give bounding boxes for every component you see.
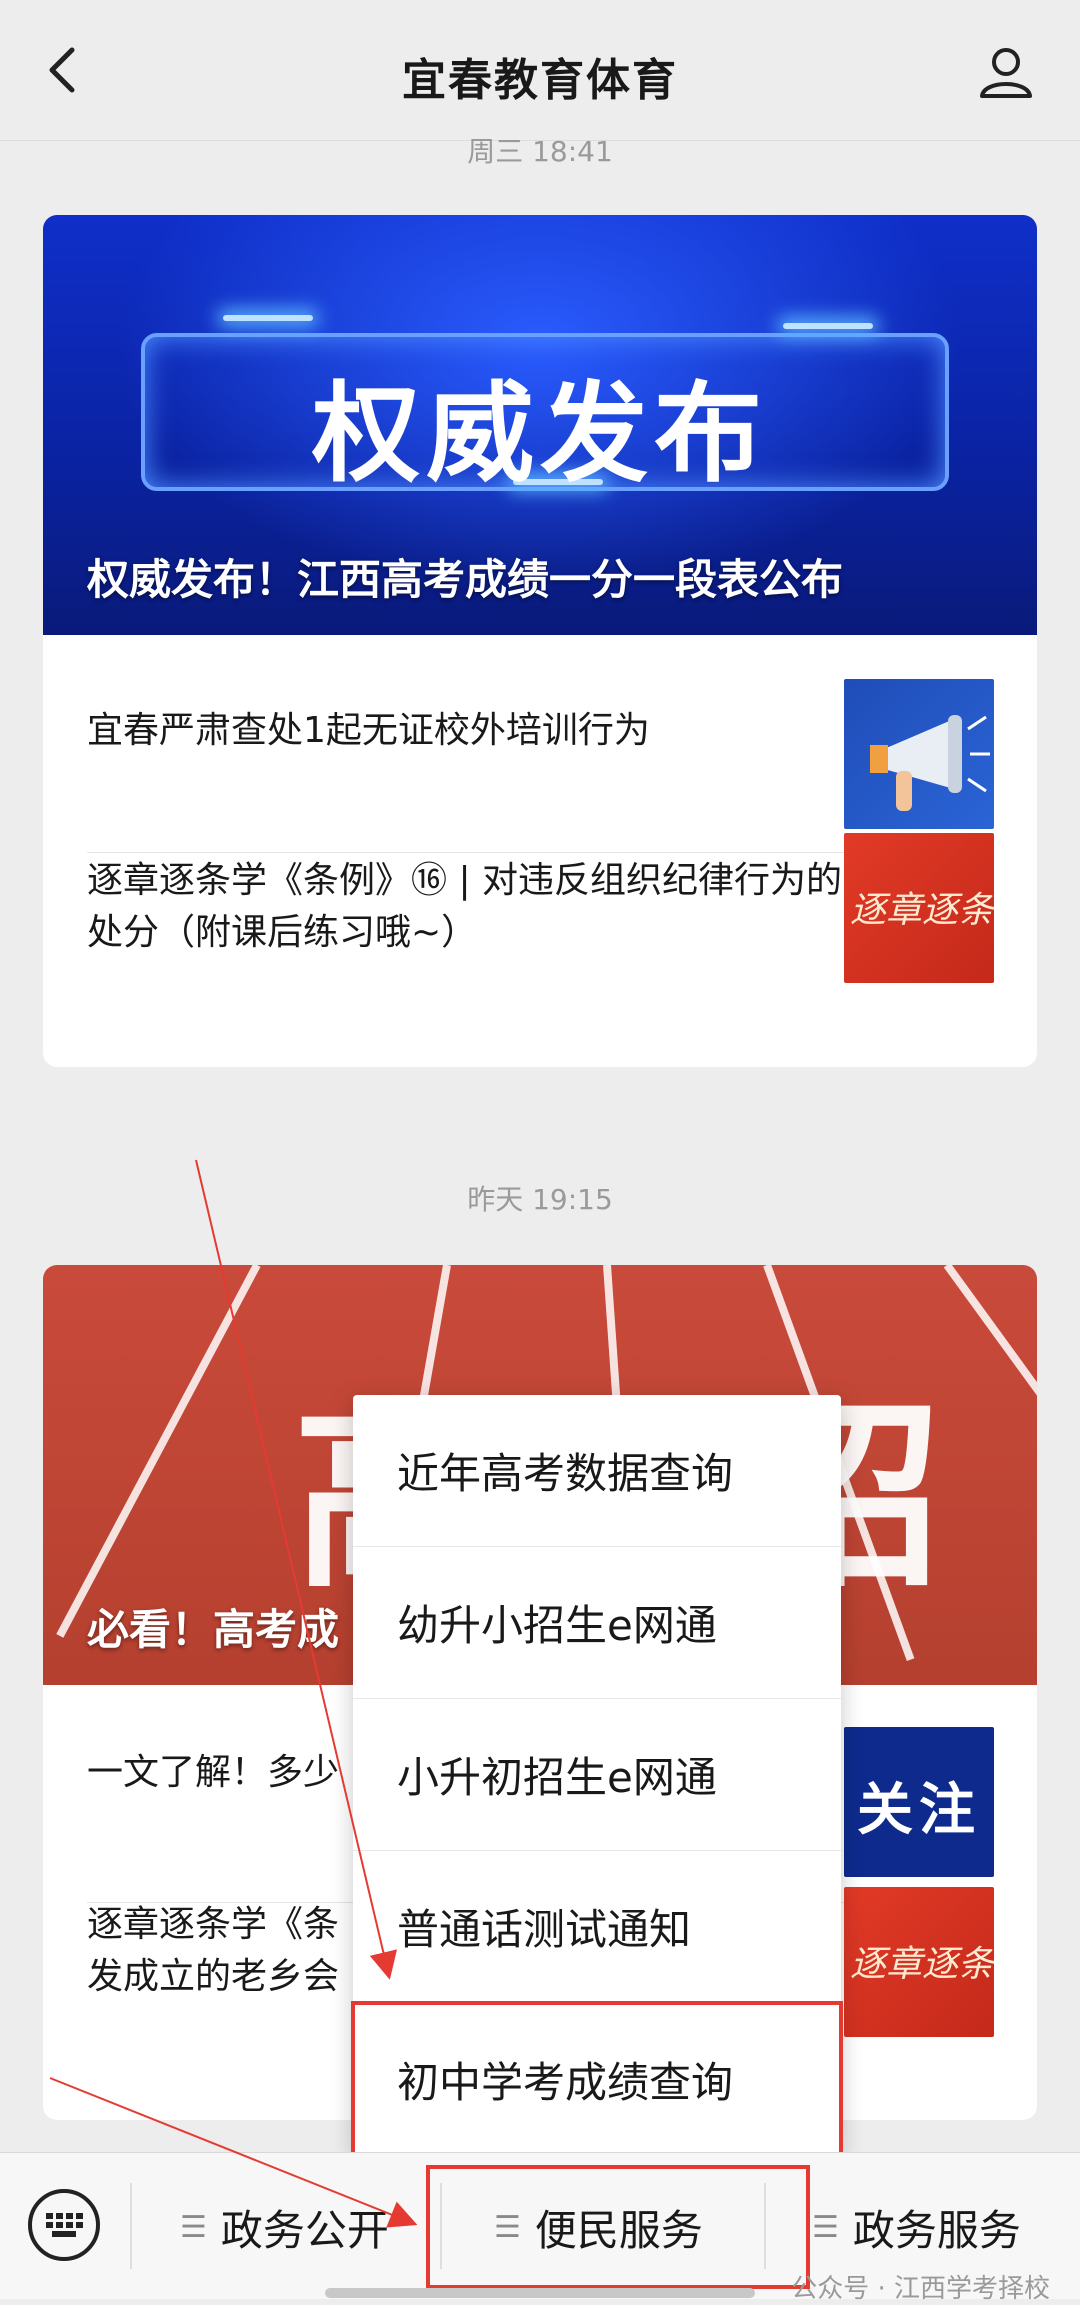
- hero-caption: 权威发布！江西高考成绩一分一段表公布: [87, 555, 844, 604]
- list-item[interactable]: 逐章逐条学《条例》⑯ | 对违反组织纪律行为的处分（附课后练习哦~） 逐章逐条: [43, 827, 1037, 1019]
- message-timestamp: 昨天 19:15: [467, 1183, 613, 1216]
- list-item[interactable]: 宜春严肃查处1起无证校外培训行为: [43, 635, 1037, 829]
- track-lane-line: [56, 1265, 261, 1638]
- page-title: 宜春教育体育: [402, 55, 678, 106]
- menu-lines-icon: ☰: [812, 2209, 839, 2245]
- hero-article[interactable]: 权威发布 权威发布！江西高考成绩一分一段表公布: [43, 215, 1037, 635]
- menu-lines-icon: ☰: [180, 2209, 207, 2245]
- message-timestamp: 周三 18:41: [467, 135, 613, 168]
- tab-government-affairs-open[interactable]: ☰ 政务公开: [180, 2177, 389, 2277]
- calligraphy-thumbnail: 逐章逐条: [844, 833, 994, 983]
- follow-thumbnail: 关注: [844, 1727, 994, 1877]
- article-title: 逐章逐条学《条例》⑯ | 对违反组织纪律行为的处分（附课后练习哦~）: [87, 860, 843, 953]
- top-bar: 宜春教育体育: [0, 0, 1080, 141]
- home-indicator[interactable]: [325, 2288, 755, 2298]
- tab-convenience-services[interactable]: ☰ 便民服务: [426, 2165, 810, 2289]
- menu-item-kindergarten-enrollment[interactable]: 幼升小招生e网通: [353, 1547, 841, 1699]
- divider: [764, 2183, 766, 2269]
- article-card: 权威发布 权威发布！江西高考成绩一分一段表公布 宜春严肃查处1起无证校外培训行为…: [43, 215, 1037, 1067]
- keyboard-keys-icon: [46, 2213, 83, 2237]
- megaphone-thumbnail: [844, 679, 994, 829]
- menu-item-exam-score-query[interactable]: 初中学考成绩查询: [351, 2001, 843, 2157]
- tab-label: 便民服务: [534, 2205, 703, 2255]
- thumbnail-text: 逐章逐条: [850, 1944, 994, 1985]
- tab-label: 政务服务: [852, 2205, 1021, 2255]
- keyboard-icon[interactable]: [28, 2189, 100, 2261]
- light-spark: [223, 315, 313, 321]
- hero-caption: 必看！高考成: [87, 1605, 340, 1654]
- thumbnail-text: 关注: [857, 1778, 981, 1843]
- banner-text: 权威发布: [311, 372, 768, 497]
- tab-government-services[interactable]: ☰ 政务服务: [812, 2177, 1021, 2277]
- menu-item-mandarin-test[interactable]: 普通话测试通知: [353, 1851, 841, 2003]
- watermark: 公众号 · 江西学考择校: [791, 2274, 1050, 2304]
- thumbnail-text: 逐章逐条: [850, 890, 994, 931]
- tab-label: 政务公开: [220, 2205, 389, 2255]
- menu-item-gaokao-data[interactable]: 近年高考数据查询: [353, 1395, 841, 1547]
- menu-item-middle-school-enrollment[interactable]: 小升初招生e网通: [353, 1699, 841, 1851]
- menu-lines-icon: ☰: [494, 2209, 521, 2245]
- light-spark: [783, 323, 873, 329]
- user-profile-icon[interactable]: [976, 42, 1036, 102]
- service-menu-popup: 近年高考数据查询 幼升小招生e网通 小升初招生e网通 普通话测试通知 初中学考成…: [351, 1395, 843, 2157]
- article-title: 宜春严肃查处1起无证校外培训行为: [87, 710, 650, 751]
- megaphone-icon: [870, 715, 990, 811]
- divider: [130, 2183, 132, 2269]
- calligraphy-thumbnail: 逐章逐条: [844, 1887, 994, 2037]
